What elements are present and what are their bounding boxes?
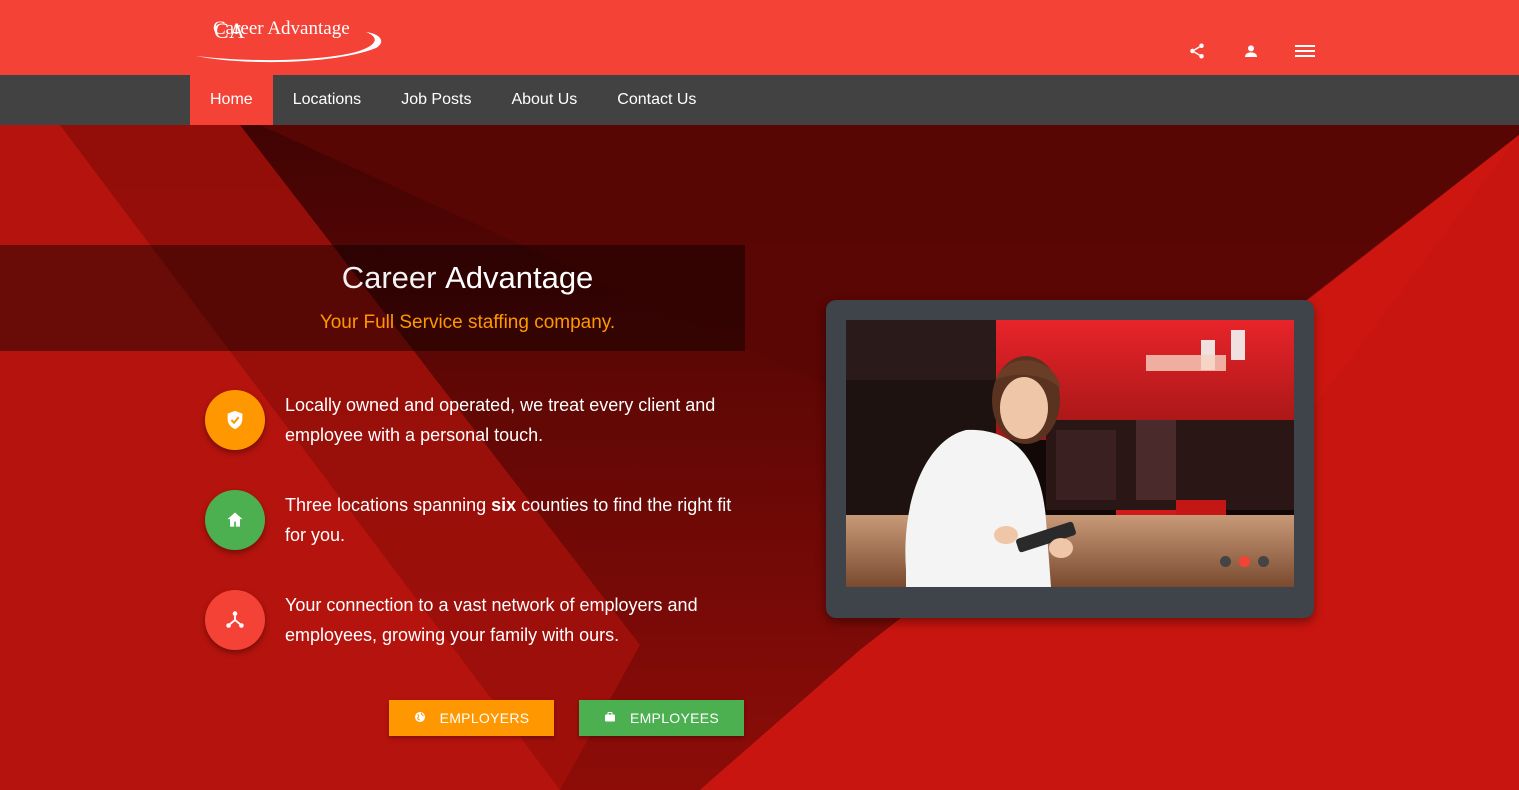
top-header: CA Career Advantage Career Advantage	[0, 0, 1519, 75]
account-icon[interactable]	[1240, 40, 1262, 62]
employers-label: EMPLOYERS	[439, 710, 530, 726]
slider-dot-3[interactable]	[1258, 556, 1269, 567]
slide-image	[846, 320, 1294, 587]
globe-icon	[414, 710, 426, 726]
home-icon	[205, 490, 265, 550]
feature-text: Your connection to a vast network of emp…	[285, 595, 698, 645]
hero-title: Career Advantage	[341, 260, 594, 295]
nav-locations[interactable]: Locations	[273, 75, 382, 125]
shield-check-icon	[205, 390, 265, 450]
employers-button[interactable]: EMPLOYERS	[389, 700, 554, 736]
feature-text: Locally owned and operated, we treat eve…	[285, 395, 716, 445]
employees-label: EMPLOYEES	[629, 710, 720, 726]
feature-text: Three locations spanning six counties to…	[285, 495, 737, 545]
main-navbar: Home Locations Job Posts About Us Contac…	[0, 75, 1519, 125]
nav-about-us[interactable]: About Us	[491, 75, 597, 125]
slider-dot-2[interactable]	[1239, 556, 1250, 567]
nav-job-posts[interactable]: Job Posts	[381, 75, 491, 125]
hero-slider[interactable]	[846, 320, 1294, 587]
nav-home[interactable]: Home	[190, 75, 273, 125]
slider-dot-1[interactable]	[1220, 556, 1231, 567]
tablet-frame	[826, 300, 1314, 618]
menu-icon[interactable]	[1294, 40, 1316, 62]
briefcase-icon	[604, 710, 616, 726]
employees-button[interactable]: EMPLOYEES	[579, 700, 744, 736]
hero-subtitle: Your Full Service staffing company.	[319, 312, 616, 333]
logo-wordmark: Career Advantage	[213, 18, 350, 39]
nav-contact-us[interactable]: Contact Us	[597, 75, 716, 125]
logo[interactable]: CA Career Advantage Career Advantage	[186, 12, 386, 66]
network-icon	[205, 590, 265, 650]
share-icon[interactable]	[1186, 40, 1208, 62]
slider-dots	[1220, 556, 1269, 567]
